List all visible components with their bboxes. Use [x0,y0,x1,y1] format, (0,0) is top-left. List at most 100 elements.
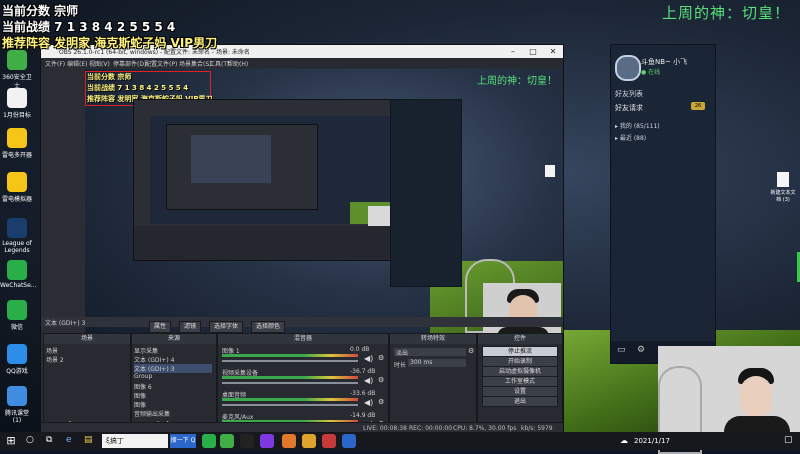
menu-item[interactable]: 场景集合(S) [179,59,212,68]
friend-group[interactable]: ▸ 我的 (85/111) [615,121,660,130]
security-icon [7,50,27,70]
status-rec: REC: 00:00:00 [409,425,453,432]
app-icon [7,386,27,406]
menu-item[interactable]: 配置文件(P) [145,59,177,68]
search-input[interactable]: ξ搞丁 [102,434,168,448]
friend-requests[interactable]: 好友请求 [615,103,643,113]
source-item[interactable]: Group [134,373,212,380]
clock: 2021/1/17 [634,437,670,445]
speaker-icon[interactable]: ◀) [364,398,373,407]
obs-icon[interactable] [240,434,254,448]
source-item[interactable]: 文本 (GDI+) 3 [134,364,212,373]
weather-icon[interactable]: ☁ [620,436,628,445]
menu-item[interactable]: 视图(V) [89,59,110,68]
sources-title: 来源 [132,334,216,344]
status-badge: 26 [691,102,705,110]
app-icon[interactable] [220,434,234,448]
scenes-title: 场景 [44,334,130,344]
desktop-file[interactable]: 新建文本文档 (3) [770,172,796,203]
source-item[interactable]: 显示采集 [134,346,212,355]
speaker-icon[interactable]: ◀) [364,376,373,385]
desktop-icon[interactable]: 雷电模拟器 [0,172,34,203]
maximize-icon[interactable]: □ [523,45,543,58]
status-live: LIVE: 00:08:38 [363,425,407,432]
close-icon[interactable]: ✕ [543,45,563,58]
minimize-icon[interactable]: – [503,45,523,58]
desktop-icon[interactable]: 微信 [0,300,34,331]
desktop-icon-label: 雷电模拟器 [1,196,32,203]
wechat-icon[interactable] [202,434,216,448]
tab-friends[interactable]: 好友列表 [615,89,643,99]
app-icon[interactable] [322,434,336,448]
task-view-icon[interactable]: ⧉ [46,435,52,445]
menu-item[interactable]: 帮助(H) [227,59,248,68]
source-item[interactable]: 图像 [134,400,212,409]
avatar[interactable] [615,55,641,81]
desktop-icon-label: League of Legends [2,240,32,254]
obs-window: OBS 26.1.0-rc1 (64-bit, windows) - 配置文件:… [40,44,564,435]
controls-dock: 控件 停止推流 开始录制 启动虚拟摄像机 工作室模式 设置 退出 [477,333,563,435]
webcam-face [740,376,772,416]
desktop-icon[interactable]: 雷电多开器 [0,128,34,159]
control-button[interactable]: 退出 [482,396,558,407]
search-icon[interactable]: ○ [26,435,34,445]
speaker-icon[interactable]: ◀) [364,354,373,363]
gear-icon[interactable]: ⚙ [378,398,384,406]
volume-slider[interactable] [222,360,358,362]
status-cpu: CPU: 8.7%, 30.00 fps [453,425,517,432]
selected-source-label: 文本 (GDI+) 3 [45,320,86,327]
friend-group[interactable]: ▸ 最近 (88) [615,133,646,142]
desktop-icon[interactable]: QQ游戏 [0,344,34,375]
properties-button[interactable]: 属性 [149,321,172,333]
folder-icon[interactable]: ▤ [84,435,93,445]
desktop-icon-label: 微信 [10,324,23,331]
desktop-icon-label: 1月份目标 [3,112,31,119]
volume-slider[interactable] [222,404,358,406]
obs-source-bar: 文本 (GDI+) 3 [41,317,563,327]
folder-icon[interactable] [282,434,296,448]
scene-item[interactable]: 场景 2 [46,355,64,364]
gear-icon[interactable]: ⚙ [468,347,474,355]
desktop-icon[interactable]: 360安全卫士 [0,50,34,90]
app-icon[interactable] [302,434,316,448]
source-item[interactable]: 图像 [134,391,212,400]
menu-item[interactable]: 文件(F) [45,59,65,68]
transitions-dock: 转场特效 淡出 ⚙ 时长 300 ms [389,333,477,435]
preview-file-icon [545,165,555,177]
source-item[interactable]: 图像 6 [134,382,212,391]
app-icon[interactable] [260,434,274,448]
document-icon [7,88,27,108]
scene-item[interactable]: 场景 [46,346,58,355]
desktop-icon[interactable]: 腾讯课堂 (1) [0,386,34,424]
menu-item[interactable]: 停靠部件(D) [113,59,146,68]
desktop-icon-label: WeChatSe... [0,282,37,289]
gear-icon[interactable]: ⚙ [378,354,384,362]
windows-start-icon[interactable]: ⊞ [4,434,18,448]
gear-icon[interactable]: ⚙ [378,376,384,384]
preview-chat-panel [390,99,462,287]
volume-slider[interactable] [222,382,358,384]
app-icon[interactable] [342,434,356,448]
transitions-title: 转场特效 [390,334,476,344]
scenes-dock: 场景 场景 场景 2 + − ⌃ ⌄ [43,333,131,435]
mixer-dock: 混音器 图像 1 0.0 dB ◀) ⚙ 视频采集设备 -36.7 dB ◀) ⚙ 桌面音频 -3… [217,333,389,435]
preview-overlay-line1: 当前分数 宗师 [87,73,132,81]
desktop-icon[interactable]: League of Legends [0,218,34,254]
edge-browser-icon[interactable]: e [66,435,72,445]
search-button[interactable]: 搜一下 Q [170,434,196,448]
filters-button[interactable]: 滤镜 [179,321,202,333]
source-item[interactable]: 音频输出采集 [134,409,212,418]
notification-icon[interactable]: ▢ [784,435,793,445]
wechat-icon [7,300,27,320]
settings-icon[interactable]: ⚙ [637,345,645,355]
menu-item[interactable]: 编辑(E) [67,59,87,68]
chat-icon[interactable]: ▭ [617,345,626,355]
select-color-button[interactable]: 选择颜色 [251,321,286,333]
transition-select[interactable]: 淡出 [394,348,466,357]
source-item[interactable]: 文本 (GDI+) 4 [134,355,212,364]
select-font-button[interactable]: 选择字体 [209,321,244,333]
desktop-icon[interactable]: WeChatSe... [0,260,37,289]
duration-input[interactable]: 300 ms [408,359,466,367]
slogan: 上周的神：切皇！ [661,4,790,22]
desktop-icon[interactable]: 1月份目标 [0,88,34,119]
